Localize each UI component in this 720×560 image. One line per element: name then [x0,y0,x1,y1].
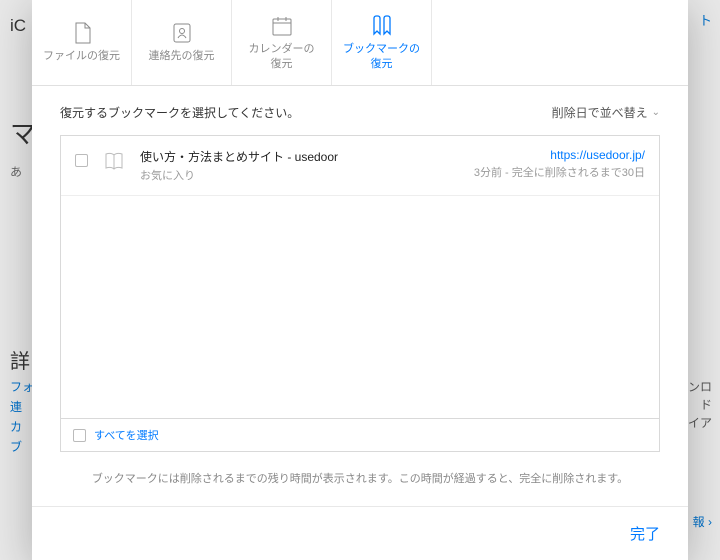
item-title: 使い方・方法まとめサイト - usedoor [140,148,462,165]
item-time: 3分前 - 完全に削除されるまで30日 [474,164,645,180]
item-checkbox[interactable] [75,154,88,167]
contacts-icon [168,21,196,45]
tab-restore-bookmarks[interactable]: ブックマークの 復元 [332,0,432,85]
tab-restore-files[interactable]: ファイルの復元 [32,0,132,85]
list-item[interactable]: 使い方・方法まとめサイト - usedoor お気に入り https://use… [61,136,659,196]
bg-right-top[interactable]: ト [699,10,712,29]
select-all-row: すべてを選択 [61,418,659,451]
tab-label: 連絡先の復元 [149,49,215,63]
tab-label: カレンダーの 復元 [249,42,315,71]
tab-label: ブックマークの 復元 [343,42,420,71]
tab-restore-contacts[interactable]: 連絡先の復元 [132,0,232,85]
select-all-label[interactable]: すべてを選択 [94,427,159,443]
chevron-down-icon: ⌄ [652,107,660,118]
bookmark-icon [368,14,396,38]
calendar-icon [268,14,296,38]
tab-label: ファイルの復元 [43,49,120,63]
restore-modal: ファイルの復元 連絡先の復元 カレンダーの 復元 ブックマークの 復元 復元する… [32,0,688,560]
modal-content: 復元するブックマークを選択してください。 削除日で並べ替え ⌄ 使い方・方法まと… [32,86,688,506]
tab-restore-calendar[interactable]: カレンダーの 復元 [232,0,332,85]
item-folder: お気に入り [140,167,462,183]
list-scroll[interactable]: 使い方・方法まとめサイト - usedoor お気に入り https://use… [61,136,659,418]
prompt-text: 復元するブックマークを選択してください。 [60,104,299,121]
bg-section: 詳 [10,345,30,374]
bg-links: フォ 連 カ ブ [10,378,34,458]
modal-footer: 完了 [32,506,688,560]
hint-text: ブックマークには削除されるまでの残り時間が表示されます。この時間が経過すると、完… [60,452,660,496]
tab-bar: ファイルの復元 連絡先の復元 カレンダーの 復元 ブックマークの 復元 [32,0,688,86]
sort-dropdown[interactable]: 削除日で並べ替え ⌄ [552,104,660,121]
select-all-checkbox[interactable] [73,429,86,442]
bg-report[interactable]: 報 › [693,513,712,530]
item-url: https://usedoor.jp/ [474,148,645,162]
bookmark-list: 使い方・方法まとめサイト - usedoor お気に入り https://use… [60,135,660,452]
sort-label: 削除日で並べ替え [552,104,648,121]
done-button[interactable]: 完了 [622,519,668,548]
bg-right-list: ンロ ド イア [688,378,712,432]
open-book-icon [100,150,128,174]
file-icon [68,21,96,45]
